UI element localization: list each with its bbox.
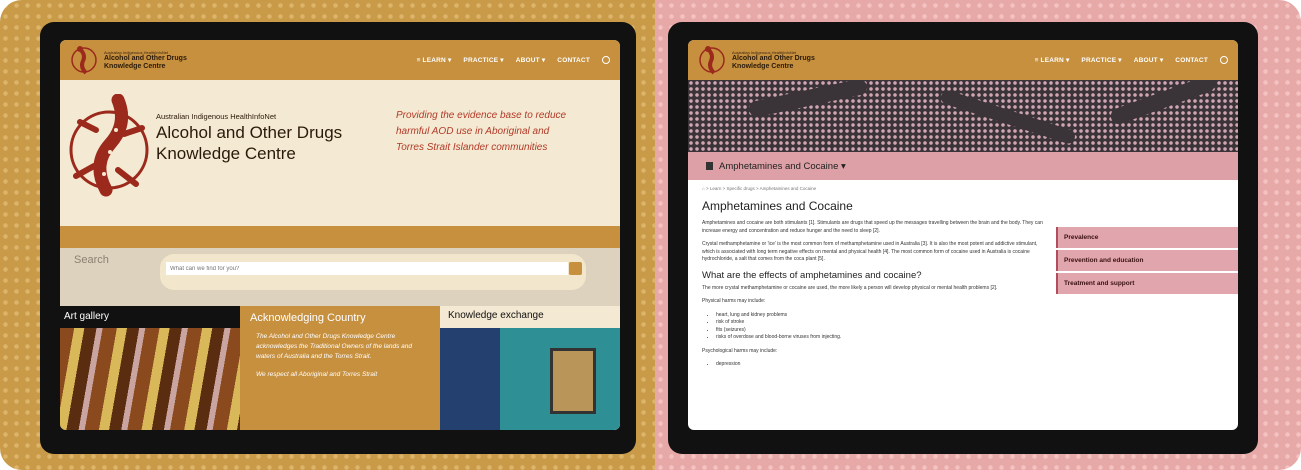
tile-acknowledging-title: Acknowledging Country xyxy=(250,312,366,324)
menu-learn[interactable]: ≡ LEARN ▾ xyxy=(1035,56,1070,64)
list-item: fits (seizures) xyxy=(716,327,1048,335)
hero-title-line2: Knowledge Centre xyxy=(156,144,296,163)
ack-text-2: We respect all Aboriginal and Torres Str… xyxy=(256,371,378,378)
hero-tagline: Providing the evidence base to reduce ha… xyxy=(396,110,567,153)
menu-practice[interactable]: PRACTICE ▾ xyxy=(1081,56,1121,64)
page-title: Amphetamines and Cocaine xyxy=(702,199,853,213)
menu-contact[interactable]: CONTACT xyxy=(557,57,590,64)
list-item: depression xyxy=(716,361,1048,369)
side-nav-treatment[interactable]: Treatment and support xyxy=(1056,273,1238,294)
exchange-image xyxy=(440,328,620,430)
list-item: heart, lung and kidney problems xyxy=(716,312,1048,320)
menu-about[interactable]: ABOUT ▾ xyxy=(516,56,546,64)
book-icon xyxy=(706,162,713,170)
paragraph-3: The more crystal methamphetamine or coca… xyxy=(702,284,998,291)
search-input[interactable] xyxy=(166,262,568,275)
article-content: Amphetamines and cocaine are both stimul… xyxy=(702,220,1048,375)
psych-intro: Psychological harms may include: xyxy=(702,347,778,354)
art-image xyxy=(60,328,240,430)
brand-line2: Knowledge Centre xyxy=(732,62,794,70)
side-nav: Prevalence Prevention and education Trea… xyxy=(1056,227,1238,296)
search-label: Search xyxy=(74,254,109,266)
brand-line1: Alcohol and Other Drugs xyxy=(732,54,815,62)
main-menu-right: ≡ LEARN ▾ PRACTICE ▾ ABOUT ▾ CONTACT xyxy=(1035,56,1228,64)
tile-art-gallery[interactable]: Art gallery xyxy=(60,306,240,430)
comparison-image: Australian Indigenous HealthInfoNet Alco… xyxy=(0,0,1301,470)
home-page-screen: Australian Indigenous HealthInfoNet Alco… xyxy=(60,40,620,430)
decorative-band xyxy=(60,226,620,248)
top-nav-right: Australian Indigenous HealthInfoNet Alco… xyxy=(688,40,1238,80)
search-button[interactable] xyxy=(569,262,582,275)
search-icon[interactable] xyxy=(1220,56,1228,64)
tile-knowledge-exchange[interactable]: Knowledge exchange xyxy=(440,306,620,430)
tile-acknowledging-country[interactable]: Acknowledging Country The Alcohol and Ot… xyxy=(240,306,440,430)
menu-learn[interactable]: ≡ LEARN ▾ xyxy=(417,56,452,64)
search-section: Search xyxy=(60,248,620,306)
side-nav-prevention[interactable]: Prevention and education xyxy=(1056,250,1238,271)
menu-practice[interactable]: PRACTICE ▾ xyxy=(463,56,503,64)
paragraph-1: Amphetamines and cocaine are both stimul… xyxy=(702,220,1043,234)
hero-subtitle: Australian Indigenous HealthInfoNet xyxy=(156,112,277,121)
menu-contact[interactable]: CONTACT xyxy=(1175,57,1208,64)
physical-intro: Physical harms may include: xyxy=(702,298,766,304)
tile-art-gallery-title: Art gallery xyxy=(60,306,240,328)
paragraph-2: Crystal methamphetamine or 'ice' is the … xyxy=(702,241,1038,262)
hero: Australian Indigenous HealthInfoNet Alco… xyxy=(60,80,620,226)
brand-text[interactable]: Australian Indigenous HealthInfoNet Alco… xyxy=(104,50,187,71)
hero-title-block: Australian Indigenous HealthInfoNet Alco… xyxy=(156,112,342,163)
lizard-emblem-icon xyxy=(69,94,149,197)
lizard-logo-icon[interactable] xyxy=(698,43,726,77)
top-nav: Australian Indigenous HealthInfoNet Alco… xyxy=(60,40,620,80)
topic-page-screen: Australian Indigenous HealthInfoNet Alco… xyxy=(688,40,1238,430)
section-heading: What are the effects of amphetamines and… xyxy=(702,269,922,281)
topic-selector[interactable]: Amphetamines and Cocaine ▾ xyxy=(688,152,1238,180)
hero-title-line1: Alcohol and Other Drugs xyxy=(156,123,343,142)
tile-exchange-title: Knowledge exchange xyxy=(448,310,544,321)
list-item: risks of overdose and blood-borne viruse… xyxy=(716,334,1048,342)
banner-dots xyxy=(688,80,1238,152)
ack-text-1: The Alcohol and Other Drugs Knowledge Ce… xyxy=(256,333,412,360)
main-menu: ≡ LEARN ▾ PRACTICE ▾ ABOUT ▾ CONTACT xyxy=(417,56,610,64)
psych-harms-list: depression xyxy=(716,361,1048,369)
topic-selector-label: Amphetamines and Cocaine ▾ xyxy=(719,160,846,172)
dot-art-banner xyxy=(688,80,1238,152)
breadcrumb[interactable]: ⌂ > Learn > Specific drugs > Amphetamine… xyxy=(688,180,1238,191)
search-icon[interactable] xyxy=(602,56,610,64)
list-item: risk of stroke xyxy=(716,319,1048,327)
brand-line1: Alcohol and Other Drugs xyxy=(104,54,187,62)
brand-line2: Knowledge Centre xyxy=(104,62,166,70)
feature-tiles: Art gallery Acknowledging Country The Al… xyxy=(60,306,620,430)
brand-text-right[interactable]: Australian Indigenous HealthInfoNet Alco… xyxy=(732,50,815,71)
side-nav-prevalence[interactable]: Prevalence xyxy=(1056,227,1238,248)
physical-harms-list: heart, lung and kidney problems risk of … xyxy=(716,312,1048,342)
lizard-logo-icon[interactable] xyxy=(70,43,98,77)
menu-about[interactable]: ABOUT ▾ xyxy=(1134,56,1164,64)
